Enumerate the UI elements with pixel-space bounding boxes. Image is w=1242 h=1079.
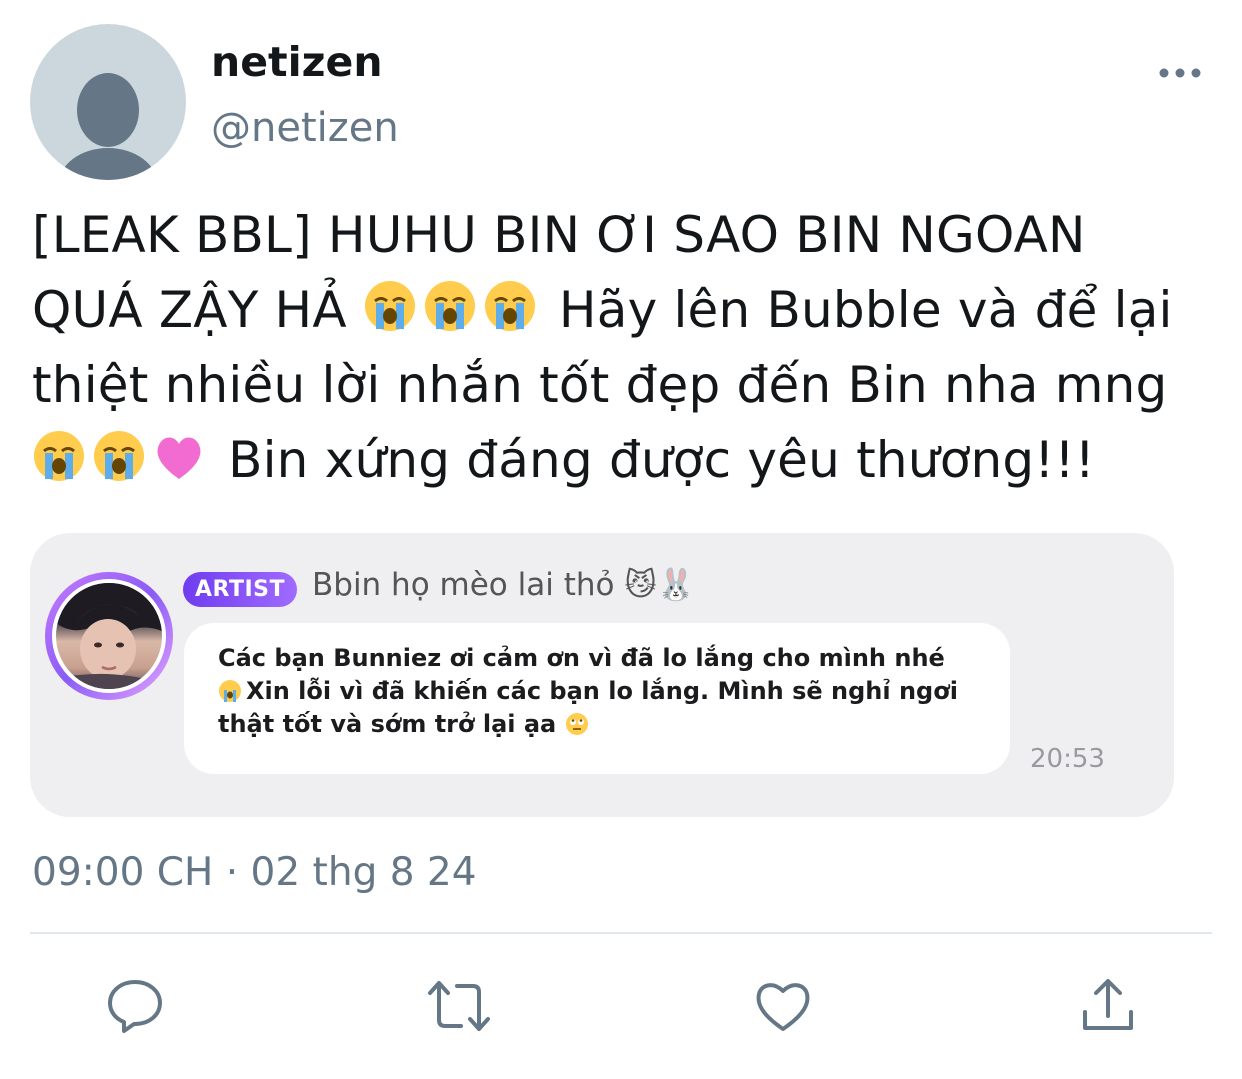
user-handle[interactable]: @netizen [211, 105, 399, 151]
loudly-crying-face-icon [484, 281, 535, 331]
tweet-line-1: [LEAK BBL] HUHU BIN ƠI SAO BIN NGOAN [32, 206, 1086, 264]
message-line-2: Xin lỗi vì đã khiến các bạn lo lắng. Mìn… [218, 675, 998, 708]
more-options-icon[interactable] [1156, 56, 1204, 88]
share-icon[interactable] [1078, 976, 1138, 1036]
tweet-text: [LEAK BBL] HUHU BIN ƠI SAO BIN NGOAN QUÁ… [32, 198, 1212, 498]
heart-pink-icon [157, 437, 201, 479]
loudly-crying-face-icon [34, 431, 84, 481]
reply-icon[interactable] [105, 976, 165, 1036]
tweet-line-2: QUÁ ZẬY HẢ Hãy lên Bubble và để lại [32, 273, 1212, 348]
tweet-line-2-rest: Hãy lên Bubble và để lại [542, 281, 1173, 339]
loudly-crying-face-icon [219, 680, 241, 702]
default-person-icon [58, 73, 158, 180]
tweet: netizen @netizen [LEAK BBL] HUHU BIN ƠI … [0, 0, 1242, 1079]
loudly-crying-face-icon [364, 281, 415, 331]
divider [30, 932, 1212, 934]
tweet-line-2-prefix: QUÁ ZẬY HẢ [32, 281, 363, 339]
artist-name: Bbin họ mèo lai thỏ 😼🐰 [312, 567, 696, 603]
message-line-3: thật tốt và sớm trở lại ạa [218, 708, 998, 741]
message-text: Các bạn Bunniez ơi cảm ơn vì đã lo lắng … [218, 642, 998, 741]
artist-photo [56, 583, 162, 689]
retweet-icon[interactable] [427, 976, 490, 1036]
message-line-1: Các bạn Bunniez ơi cảm ơn vì đã lo lắng … [218, 644, 945, 672]
artist-badge: ARTIST [183, 572, 297, 607]
like-icon[interactable] [753, 976, 813, 1036]
loudly-crying-face-icon [424, 281, 475, 331]
display-name[interactable]: netizen [211, 38, 383, 86]
loudly-crying-face-icon [94, 431, 144, 481]
tweet-line-3: thiệt nhiều lời nhắn tốt đẹp đến Bin nha… [32, 356, 1168, 414]
tweet-line-4: Bin xứng đáng được yêu thương!!! [32, 423, 1212, 498]
tweet-line-4-rest: Bin xứng đáng được yêu thương!!! [212, 431, 1096, 489]
user-avatar[interactable] [30, 24, 186, 180]
face-with-rolling-eyes-icon [565, 713, 588, 735]
tweet-timestamp[interactable]: 09:00 CH · 02 thg 8 24 [32, 850, 477, 895]
message-time: 20:53 [1030, 744, 1105, 774]
artist-avatar [45, 572, 173, 700]
